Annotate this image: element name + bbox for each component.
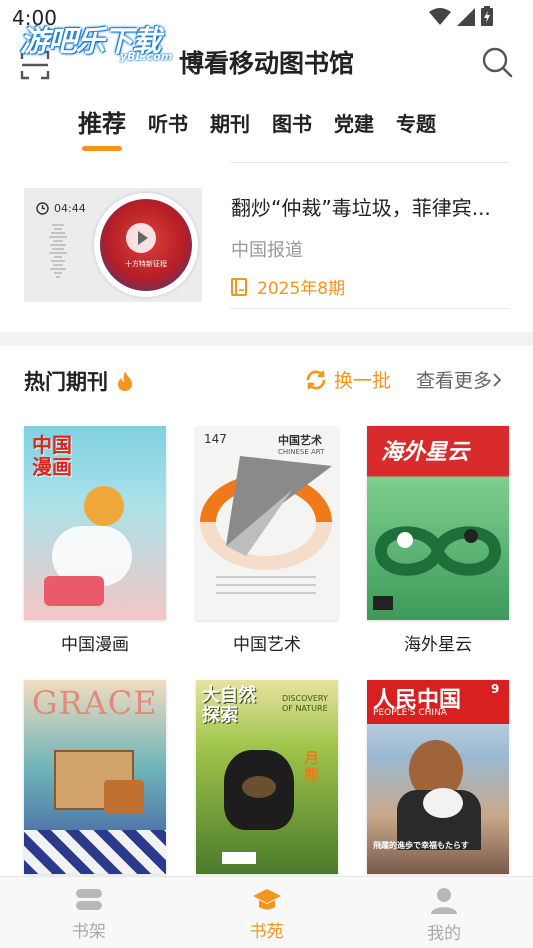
fire-icon — [118, 371, 132, 391]
magazine-cover: 人民中国 PEOPLE'S CHINA 9 飛躍的進歩で幸福もたらす — [367, 680, 509, 874]
tab-label: 期刊 — [210, 112, 250, 136]
magazine-cover: 海外星云 — [367, 426, 509, 620]
magazine-card[interactable]: 中国漫画 中国漫画 — [24, 426, 166, 655]
tab-label: 专题 — [396, 112, 436, 136]
cover-art — [374, 526, 502, 576]
cover-issue: 9 — [491, 682, 500, 696]
hot-periodicals-section: 热门期刊 换一批 查看更多 中国漫画 中国漫画 147 中国艺术 CHINESE… — [0, 346, 533, 876]
cover-title: 中国漫画 — [32, 433, 72, 479]
book-icon — [231, 277, 247, 296]
audio-thumbnail[interactable]: 04:44 十方特新征程 — [24, 188, 202, 302]
signal-icon — [457, 8, 475, 26]
disc-caption: 十方特新征程 — [125, 260, 167, 268]
waveform-icon — [49, 224, 67, 278]
battery-icon — [481, 6, 493, 26]
clock-icon — [36, 202, 49, 215]
audio-issue: 2025年8期 — [231, 274, 345, 299]
issue-text: 2025年8期 — [257, 279, 346, 299]
search-icon[interactable] — [481, 46, 513, 78]
magazine-card[interactable]: 人民中国 PEOPLE'S CHINA 9 飛躍的進歩で幸福もたらす — [367, 680, 509, 884]
user-icon — [431, 888, 458, 914]
section-title: 热门期刊 — [24, 366, 134, 396]
see-more-link[interactable]: 查看更多 — [416, 366, 502, 393]
magazine-card[interactable]: GRACE — [24, 680, 166, 884]
tab-audiobooks[interactable]: 听书 — [148, 108, 188, 139]
tab-topics[interactable]: 专题 — [396, 108, 436, 139]
tab-label: 党建 — [334, 112, 374, 136]
divider — [230, 308, 509, 309]
duration-text: 04:44 — [54, 202, 86, 215]
wifi-icon — [429, 8, 451, 25]
refresh-icon — [306, 370, 326, 389]
tab-label: 图书 — [272, 112, 312, 136]
nav-bookshelf[interactable]: 书架 — [0, 877, 178, 948]
tab-recommend[interactable]: 推荐 — [78, 104, 126, 151]
bottom-nav: 书架 书苑 我的 — [0, 876, 533, 948]
refresh-button[interactable]: 换一批 — [304, 366, 391, 393]
refresh-label: 换一批 — [334, 370, 392, 392]
cover-title: 中国艺术 — [278, 434, 322, 447]
graduation-cap-icon — [252, 889, 281, 910]
chevron-right-icon — [493, 372, 502, 387]
cover-sub: DISCOVERY OF NATURE — [282, 694, 328, 713]
duration: 04:44 — [36, 202, 86, 215]
magazine-cover: GRACE — [24, 680, 166, 874]
see-more-label: 查看更多 — [416, 370, 493, 392]
cover-badge: 月熊 — [304, 749, 320, 784]
section-title-text: 热门期刊 — [24, 370, 108, 394]
audio-list-item[interactable]: 04:44 十方特新征程 翻炒“仲裁”毒垃圾，菲律宾... 中国报道 2025年… — [0, 156, 533, 332]
category-tabs: 推荐 听书 期刊 图书 党建 专题 — [78, 108, 458, 151]
magazine-name: 中国漫画 — [61, 635, 129, 655]
cover-sub: CHINESE ART — [278, 448, 325, 456]
magazine-card[interactable]: 147 中国艺术 CHINESE ART 中国艺术 — [196, 426, 338, 655]
watermark-sub: yBL.com — [120, 50, 173, 63]
magazine-name: 中国艺术 — [233, 635, 301, 655]
cover-art — [200, 456, 332, 570]
magazine-name: 海外星云 — [404, 635, 472, 655]
play-button[interactable] — [126, 223, 156, 253]
cover-caption: 飛躍的進歩で幸福もたらす — [373, 841, 469, 850]
magazine-cover: 大自然探索 DISCOVERY OF NATURE 月熊 — [196, 680, 338, 874]
tab-books[interactable]: 图书 — [272, 108, 312, 139]
audio-title[interactable]: 翻炒“仲裁”毒垃圾，菲律宾... — [231, 192, 511, 221]
bookshelf-icon — [75, 889, 102, 910]
cover-issue: 147 — [204, 432, 227, 446]
audio-disc: 十方特新征程 — [94, 193, 198, 297]
tab-party-building[interactable]: 党建 — [334, 108, 374, 139]
tab-periodicals[interactable]: 期刊 — [210, 108, 250, 139]
magazine-cover: 中国漫画 — [24, 426, 166, 620]
status-icons — [429, 6, 493, 26]
nav-label: 书苑 — [249, 922, 284, 942]
magazine-cover: 147 中国艺术 CHINESE ART — [196, 426, 338, 620]
divider — [230, 162, 509, 163]
nav-label: 书架 — [71, 922, 106, 942]
cover-title: 海外星云 — [381, 440, 470, 465]
cover-title: GRACE — [32, 684, 158, 722]
tab-active-indicator — [82, 146, 122, 151]
magazine-card[interactable]: 大自然探索 DISCOVERY OF NATURE 月熊 — [196, 680, 338, 884]
tab-label: 推荐 — [78, 110, 126, 138]
nav-label: 我的 — [427, 924, 462, 944]
nav-library[interactable]: 书苑 — [178, 877, 356, 948]
nav-profile[interactable]: 我的 — [355, 877, 533, 948]
cover-title: 大自然探索 — [202, 685, 256, 726]
cover-sub: PEOPLE'S CHINA — [373, 708, 447, 718]
tab-label: 听书 — [148, 112, 188, 136]
audio-source: 中国报道 — [231, 240, 303, 261]
magazine-card[interactable]: 海外星云 海外星云 — [367, 426, 509, 655]
